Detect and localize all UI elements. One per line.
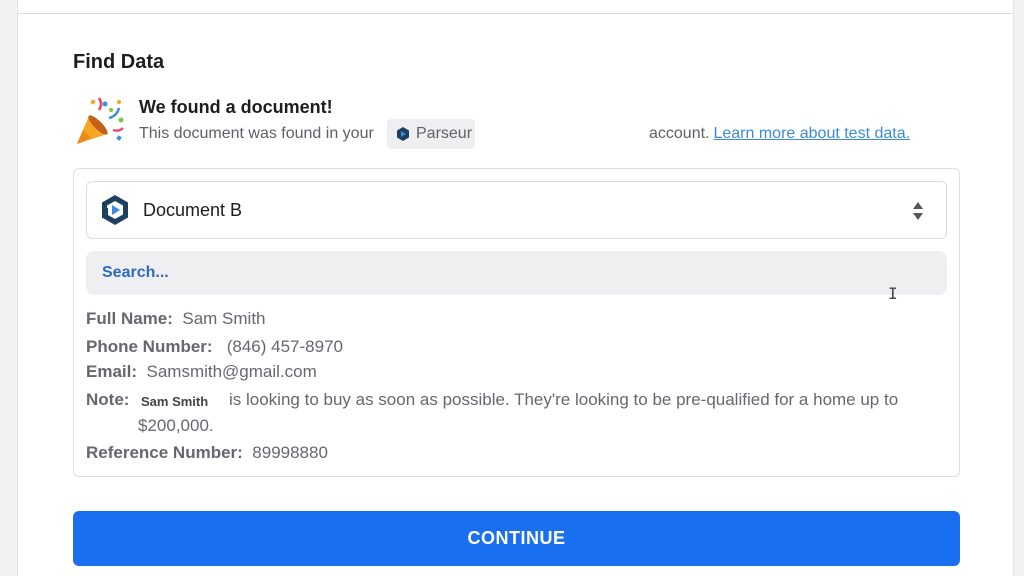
document-card: Document B Search... I Full Name: Sam Sm… — [73, 168, 960, 477]
document-select-value: Document B — [143, 199, 243, 220]
field-email: Email: Samsmith@gmail.com — [86, 362, 317, 382]
learn-more-link[interactable]: Learn more about test data. — [713, 125, 910, 142]
found-description: This document was found in your — [139, 125, 374, 142]
parseur-logo-icon — [397, 127, 409, 141]
app-chip-label: Parseur — [416, 125, 473, 142]
document-select[interactable]: Document B — [86, 181, 947, 239]
party-popper-icon — [77, 97, 124, 144]
email-label: Email: — [86, 362, 138, 381]
sort-arrows-icon — [913, 202, 923, 220]
main-panel: Find Data We found a document! This docu… — [17, 0, 1014, 576]
phone-label: Phone Number: — [86, 337, 213, 356]
note-name-chip: Sam Smith — [135, 388, 225, 414]
note-text-line2: $200,000. — [138, 416, 214, 435]
found-title: We found a document! — [139, 97, 333, 117]
note-label: Note: — [86, 390, 130, 409]
phone-value: (846) 457-8970 — [226, 337, 343, 356]
reference-value: 89998880 — [252, 443, 328, 462]
reference-label: Reference Number: — [86, 443, 243, 462]
field-note: Note: — [86, 390, 129, 410]
search-placeholder: Search... — [102, 264, 169, 281]
email-value: Samsmith@gmail.com — [146, 362, 317, 381]
field-full-name: Full Name: Sam Smith — [86, 309, 266, 329]
top-bar — [18, 0, 1013, 14]
note-text-line1: is looking to buy as soon as possible. T… — [229, 390, 899, 409]
found-suffix-text: account. — [649, 125, 710, 142]
full-name-label: Full Name: — [86, 309, 173, 328]
parseur-logo-icon — [102, 195, 128, 225]
found-suffix: account. Learn more about test data. — [649, 125, 910, 143]
field-reference: Reference Number: 89998880 — [86, 443, 328, 463]
text-cursor-icon: I — [888, 284, 898, 303]
continue-button[interactable]: CONTINUE — [73, 511, 960, 566]
search-input[interactable]: Search... — [86, 251, 947, 295]
field-phone: Phone Number: (846) 457-8970 — [86, 337, 343, 357]
full-name-value: Sam Smith — [182, 309, 266, 328]
section-title: Find Data — [73, 51, 165, 73]
app-chip-parseur: Parseur — [387, 119, 475, 149]
